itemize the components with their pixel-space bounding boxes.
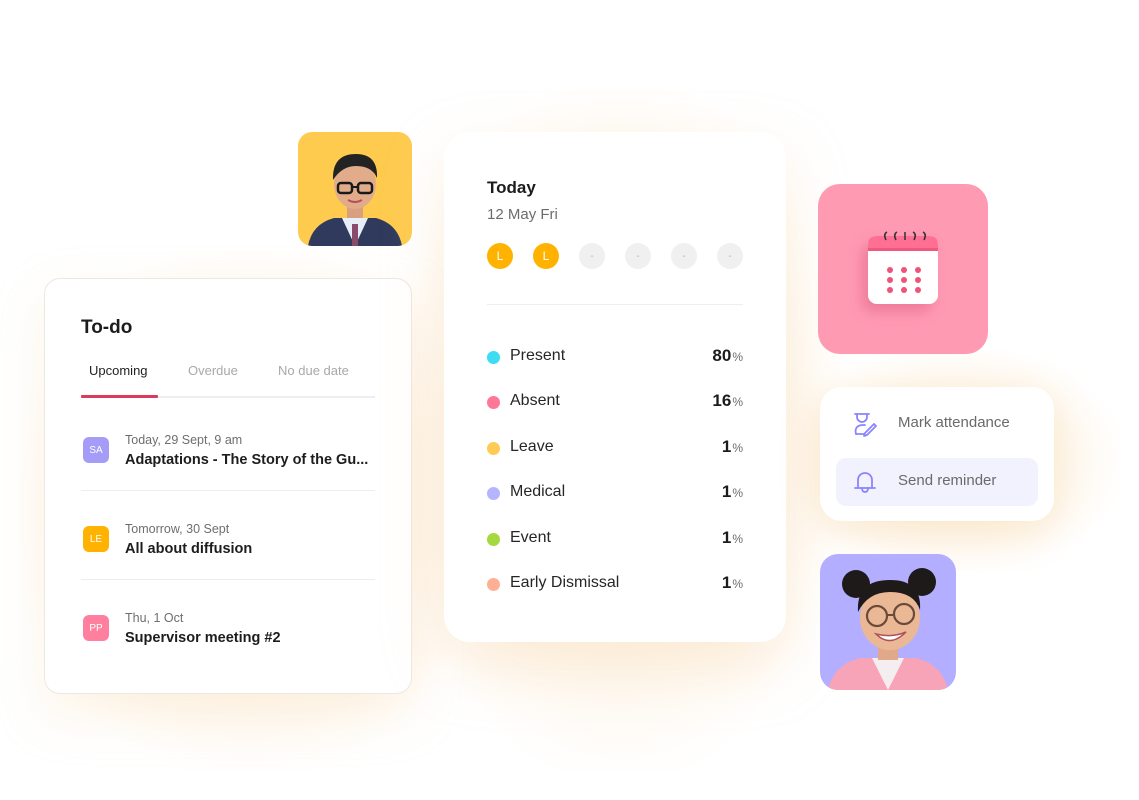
legend-dot [487, 533, 500, 546]
todo-item[interactable]: PP Thu, 1 Oct Supervisor meeting #2 [81, 599, 375, 688]
actions-card: Mark attendance Send reminder [820, 387, 1054, 521]
tab-no-due-date[interactable]: No due date [278, 363, 349, 378]
stat-value: 16% [712, 391, 743, 411]
todo-due: Thu, 1 Oct [125, 611, 184, 625]
period-status[interactable]: L [533, 243, 559, 269]
stat-event: Event 1% [487, 528, 743, 550]
teacher-portrait-icon [828, 568, 948, 690]
stat-number: 80 [712, 346, 732, 365]
divider [81, 490, 375, 491]
legend-dot [487, 442, 500, 455]
legend-dot [487, 351, 500, 364]
attendance-title: Today [487, 178, 536, 197]
stat-absent: Absent 16% [487, 391, 743, 413]
stat-number: 1 [721, 482, 732, 501]
stat-leave: Leave 1% [487, 437, 743, 459]
action-label: Mark attendance [898, 414, 1010, 431]
todo-tabs: Upcoming Overdue No due date [81, 363, 375, 398]
todo-card: To-do Upcoming Overdue No due date SA To… [44, 278, 412, 694]
todo-due: Today, 29 Sept, 9 am [125, 433, 243, 447]
stat-label: Event [510, 529, 551, 546]
action-label: Send reminder [898, 472, 997, 489]
divider [81, 579, 375, 580]
stat-label: Absent [510, 392, 560, 409]
calendar-tile[interactable] [818, 184, 988, 354]
stat-number: 1 [721, 437, 732, 456]
stat-medical: Medical 1% [487, 482, 743, 504]
stat-early-dismissal: Early Dismissal 1% [487, 573, 743, 595]
period-status[interactable]: - [671, 243, 697, 269]
stat-value: 80% [712, 346, 743, 366]
todo-title: To-do [81, 317, 133, 338]
divider [487, 304, 743, 305]
stat-unit: % [732, 577, 743, 591]
stat-unit: % [732, 532, 743, 546]
todo-item[interactable]: SA Today, 29 Sept, 9 am Adaptations - Th… [81, 421, 375, 510]
stat-label: Early Dismissal [510, 574, 620, 591]
legend-dot [487, 578, 500, 591]
tab-overdue[interactable]: Overdue [188, 363, 238, 378]
stat-present: Present 80% [487, 346, 743, 368]
stat-label: Leave [510, 438, 554, 455]
todo-title: Adaptations - The Story of the Gu... [125, 452, 369, 468]
todo-due: Tomorrow, 30 Sept [125, 522, 230, 536]
stat-value: 1% [722, 528, 743, 548]
tab-upcoming[interactable]: Upcoming [89, 363, 148, 378]
period-status[interactable]: - [579, 243, 605, 269]
stat-unit: % [732, 395, 743, 409]
period-status[interactable]: - [625, 243, 651, 269]
mark-attendance-button[interactable]: Mark attendance [836, 400, 1038, 448]
initials-badge: PP [83, 615, 109, 641]
initials-badge: SA [83, 437, 109, 463]
legend-dot [487, 396, 500, 409]
active-tab-indicator [81, 395, 158, 398]
bell-icon [854, 472, 876, 493]
mark-attendance-icon [854, 413, 877, 437]
student-portrait-icon [308, 154, 402, 246]
stat-unit: % [732, 350, 743, 364]
send-reminder-button[interactable]: Send reminder [836, 458, 1038, 506]
stat-unit: % [732, 441, 743, 455]
calendar-icon [868, 231, 938, 304]
stat-label: Medical [510, 483, 566, 500]
attendance-date: 12 May Fri [487, 206, 558, 223]
legend-dot [487, 487, 500, 500]
attendance-card: Today 12 May Fri L L - - - - Present 80%… [444, 132, 786, 642]
todo-title: All about diffusion [125, 541, 253, 557]
initials-badge: LE [83, 526, 109, 552]
period-status[interactable]: L [487, 243, 513, 269]
stat-value: 1% [722, 437, 743, 457]
stat-number: 1 [721, 528, 732, 547]
stat-value: 1% [722, 573, 743, 593]
period-status[interactable]: - [717, 243, 743, 269]
stat-number: 16 [712, 391, 732, 410]
teacher-avatar [820, 554, 956, 690]
stat-unit: % [732, 486, 743, 500]
todo-item[interactable]: LE Tomorrow, 30 Sept All about diffusion [81, 510, 375, 599]
stat-number: 1 [721, 573, 732, 592]
stat-value: 1% [722, 482, 743, 502]
student-avatar [298, 132, 412, 246]
stat-label: Present [510, 347, 566, 364]
todo-title: Supervisor meeting #2 [125, 630, 281, 646]
